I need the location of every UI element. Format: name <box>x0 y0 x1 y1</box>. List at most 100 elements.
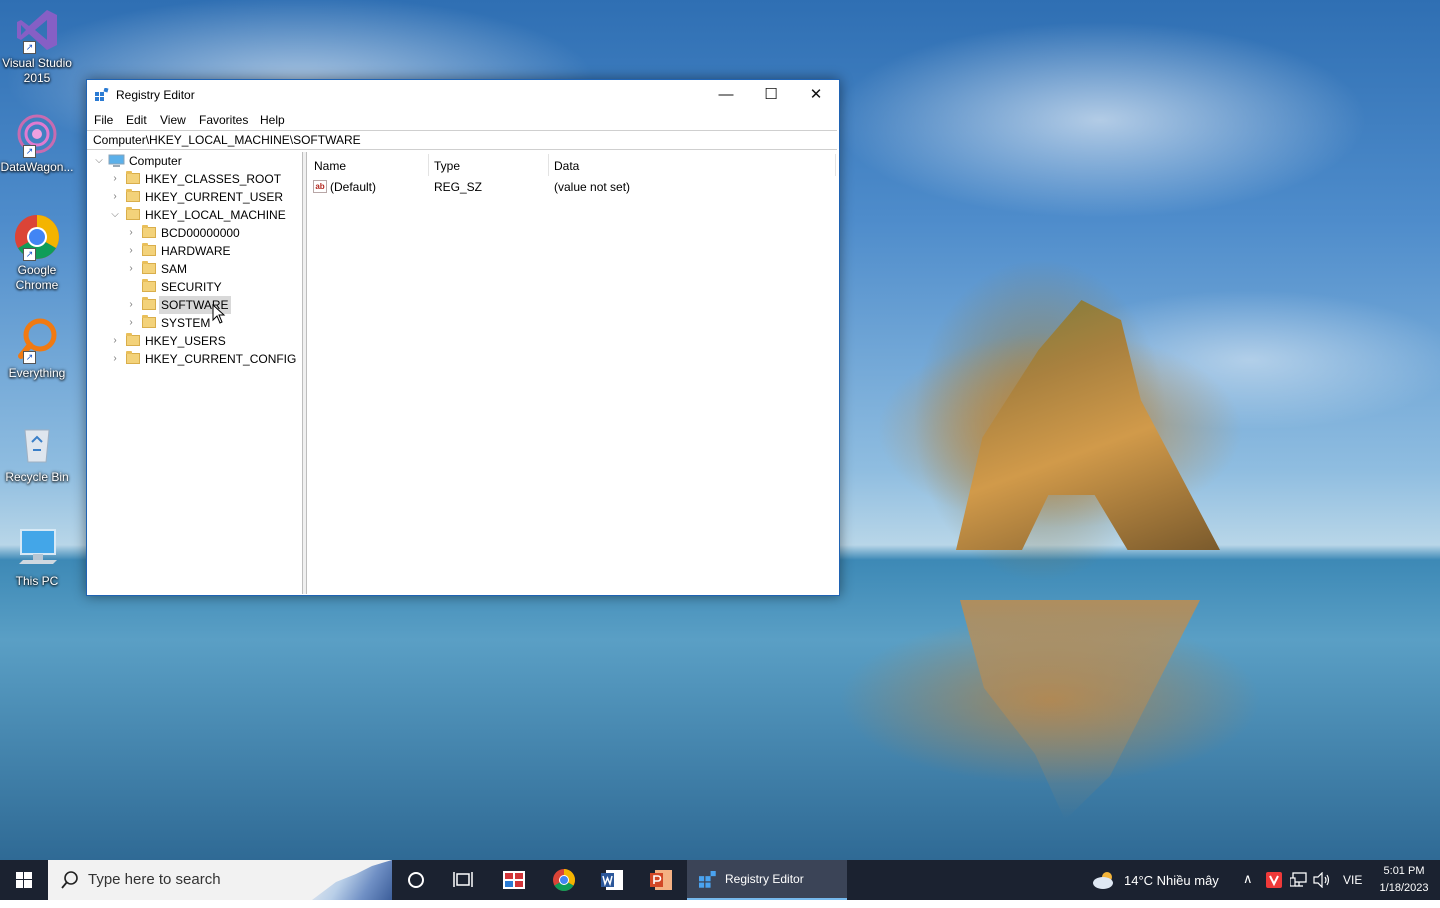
tree-item-system[interactable]: › SYSTEM <box>88 314 302 332</box>
taskbar-search-box[interactable]: Type here to search <box>48 860 392 900</box>
everything-icon: ↗ <box>13 316 61 364</box>
column-separator[interactable] <box>835 154 836 176</box>
clock-date: 1/18/2023 <box>1379 882 1429 894</box>
input-language[interactable]: VIE <box>1343 873 1362 887</box>
word-icon <box>601 870 623 890</box>
chevron-right-icon[interactable]: › <box>125 224 137 242</box>
title-bar[interactable]: Registry Editor — ☐ ✕ <box>87 80 839 110</box>
tree-label: HARDWARE <box>161 244 231 258</box>
chevron-right-icon[interactable]: › <box>125 314 137 332</box>
datawagon-icon: ↗ <box>13 110 61 158</box>
tree-label: SECURITY <box>161 280 222 294</box>
chevron-right-icon[interactable]: › <box>109 332 121 350</box>
powerpoint-icon <box>650 870 672 890</box>
chevron-right-icon[interactable]: › <box>109 170 121 188</box>
chevron-right-icon[interactable]: › <box>125 242 137 260</box>
chevron-right-icon[interactable]: › <box>109 188 121 206</box>
vivaldi-tray-icon[interactable] <box>1266 872 1282 891</box>
tree-item-hkey-classes-root[interactable]: › HKEY_CLASSES_ROOT <box>88 170 302 188</box>
value-name: (Default) <box>330 180 377 194</box>
tree-label: HKEY_LOCAL_MACHINE <box>145 208 286 222</box>
desktop-icon-recycle-bin[interactable]: Recycle Bin <box>0 420 74 485</box>
chevron-down-icon[interactable]: ⌵ <box>109 206 121 224</box>
column-header-name[interactable]: Name <box>314 156 346 176</box>
tree-label: HKEY_USERS <box>145 334 226 348</box>
folder-icon <box>126 171 140 184</box>
tree-label: HKEY_CURRENT_CONFIG <box>145 352 297 366</box>
menu-help[interactable]: Help <box>260 113 285 127</box>
shortcut-arrow-icon: ↗ <box>23 145 36 158</box>
key-tree[interactable]: ⌵ Computer › HKEY_CLASSES_ROOT › HKEY_CU… <box>88 152 302 594</box>
task-view-icon <box>453 872 473 887</box>
weather-text[interactable]: 14°C Nhiều mây <box>1124 873 1219 888</box>
taskbar-powerpoint[interactable] <box>637 860 685 900</box>
tree-item-sam[interactable]: › SAM <box>88 260 302 278</box>
network-icon[interactable] <box>1289 872 1308 891</box>
tree-label: SAM <box>161 262 188 276</box>
column-separator[interactable] <box>548 154 549 176</box>
clock-time: 5:01 PM <box>1383 865 1425 877</box>
tree-item-bcd00000000[interactable]: › BCD00000000 <box>88 224 302 242</box>
minimize-button[interactable]: — <box>703 80 749 110</box>
taskbar-chrome[interactable] <box>540 860 588 900</box>
values-list[interactable]: Name Type Data ab (Default) REG_SZ (valu… <box>307 152 837 594</box>
chevron-right-icon[interactable]: › <box>125 296 137 314</box>
search-highlight-art <box>312 860 392 900</box>
cortana-circle-icon <box>408 872 424 888</box>
weather-cloud-icon[interactable] <box>1091 870 1117 893</box>
chevron-right-icon[interactable]: › <box>125 260 137 278</box>
chevron-right-icon[interactable]: › <box>109 350 121 368</box>
tree-item-hkey-current-config[interactable]: › HKEY_CURRENT_CONFIG <box>88 350 302 368</box>
tree-item-hkey-current-user[interactable]: › HKEY_CURRENT_USER <box>88 188 302 206</box>
start-button[interactable] <box>0 860 48 900</box>
windows-logo-icon <box>16 872 32 888</box>
maximize-button[interactable]: ☐ <box>748 80 794 110</box>
close-button[interactable]: ✕ <box>793 80 839 110</box>
chevron-down-icon[interactable]: ⌵ <box>93 152 105 170</box>
taskbar-word[interactable] <box>588 860 636 900</box>
folder-icon <box>142 225 156 238</box>
column-header-type[interactable]: Type <box>434 156 460 176</box>
desktop-icon-everything[interactable]: ↗ Everything <box>0 316 74 381</box>
chrome-icon <box>553 869 575 891</box>
registry-editor-icon <box>699 871 717 892</box>
chrome-icon: ↗ <box>13 213 61 261</box>
desktop-icon-google-chrome[interactable]: ↗ Google Chrome <box>0 213 74 293</box>
desktop-icon-datawagon[interactable]: ↗ DataWagon... <box>0 110 74 175</box>
tree-item-security[interactable]: SECURITY <box>88 278 302 296</box>
task-view-button[interactable] <box>440 860 488 900</box>
registry-editor-icon <box>95 87 109 102</box>
column-header-data[interactable]: Data <box>554 156 579 176</box>
desktop-icon-visual-studio[interactable]: ↗ Visual Studio 2015 <box>0 6 74 86</box>
taskbar: Type here to search Registry Editor 14°C… <box>0 860 1440 900</box>
shortcut-arrow-icon: ↗ <box>23 248 36 261</box>
folder-icon <box>126 351 140 364</box>
tree-item-hkey-local-machine[interactable]: ⌵ HKEY_LOCAL_MACHINE <box>88 206 302 224</box>
wallpaper-rock <box>956 300 1220 550</box>
tree-item-hardware[interactable]: › HARDWARE <box>88 242 302 260</box>
cortana-button[interactable] <box>392 860 440 900</box>
menu-view[interactable]: View <box>160 113 186 127</box>
menu-edit[interactable]: Edit <box>126 113 147 127</box>
taskbar-clock[interactable]: 5:01 PM 1/18/2023 <box>1376 863 1432 897</box>
menu-favorites[interactable]: Favorites <box>199 113 248 127</box>
show-hidden-icons-chevron-up-icon[interactable]: ∧ <box>1243 871 1253 887</box>
recycle-bin-icon <box>13 420 61 468</box>
folder-icon <box>142 315 156 328</box>
address-bar[interactable]: Computer\HKEY_LOCAL_MACHINE\SOFTWARE <box>87 130 837 150</box>
value-type: REG_SZ <box>434 180 483 194</box>
volume-icon[interactable] <box>1313 871 1331 891</box>
taskbar-registry-editor[interactable]: Registry Editor <box>687 860 847 900</box>
window-title: Registry Editor <box>116 88 195 102</box>
folder-icon <box>126 189 140 202</box>
tree-item-software[interactable]: › SOFTWARE <box>88 296 302 314</box>
column-separator[interactable] <box>428 154 429 176</box>
folder-icon <box>126 333 140 346</box>
menu-file[interactable]: File <box>94 113 113 127</box>
tree-item-hkey-users[interactable]: › HKEY_USERS <box>88 332 302 350</box>
taskbar-app-tiles[interactable] <box>490 860 538 900</box>
desktop-icon-this-pc[interactable]: This PC <box>0 524 74 589</box>
tree-label: HKEY_CLASSES_ROOT <box>145 172 282 186</box>
desktop-icon-label: DataWagon... <box>0 160 74 174</box>
desktop-icon-label: Visual Studio 2015 <box>2 56 72 85</box>
